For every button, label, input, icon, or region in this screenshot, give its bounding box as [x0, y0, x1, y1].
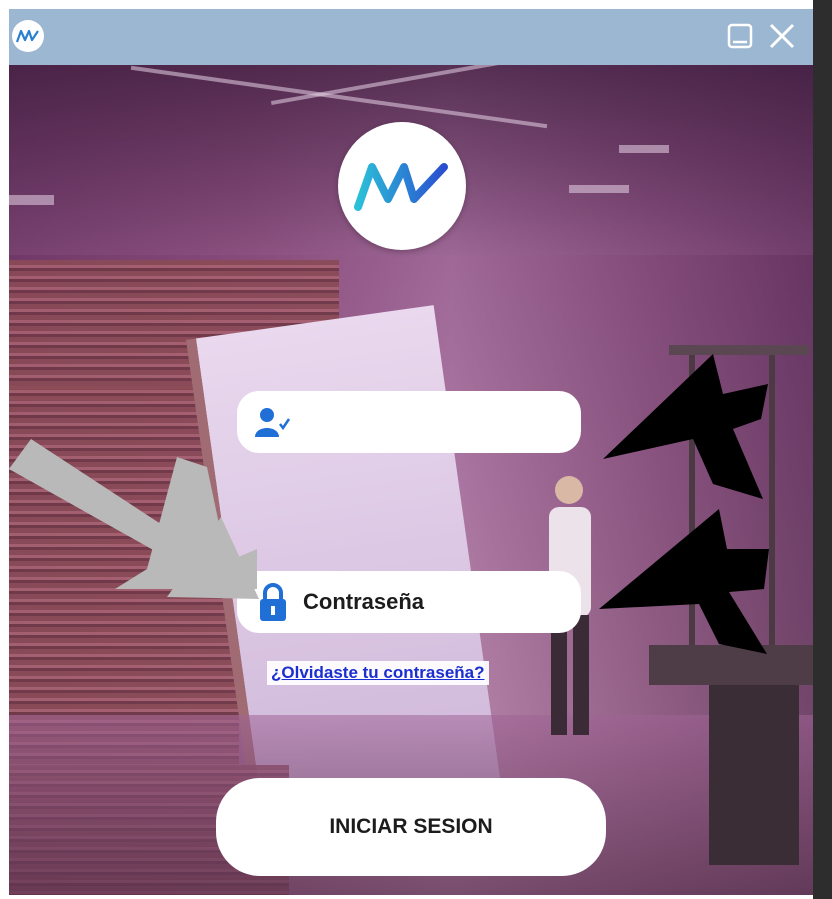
app-logo-small: [12, 20, 44, 52]
mv-logo-icon: [354, 163, 448, 211]
username-input[interactable]: [301, 408, 545, 436]
gray-arrow-right: [115, 457, 257, 589]
close-button[interactable]: [765, 19, 799, 53]
brand-logo: [338, 122, 466, 250]
maximize-icon: [727, 23, 753, 49]
black-arrow-bottom: [599, 509, 769, 654]
password-input[interactable]: [301, 588, 545, 616]
black-arrow-top: [603, 354, 768, 499]
maximize-button[interactable]: [723, 19, 757, 53]
login-button[interactable]: INICIAR SESION: [216, 778, 606, 876]
mv-logo-icon: [16, 29, 39, 43]
title-bar: [9, 9, 813, 65]
window-edge: [813, 0, 832, 899]
forgot-password-link[interactable]: ¿Olvidaste tu contraseña?: [267, 661, 489, 685]
login-window: ¿Olvidaste tu contraseña? INICIAR SESION: [9, 9, 813, 895]
close-icon: [769, 23, 795, 49]
